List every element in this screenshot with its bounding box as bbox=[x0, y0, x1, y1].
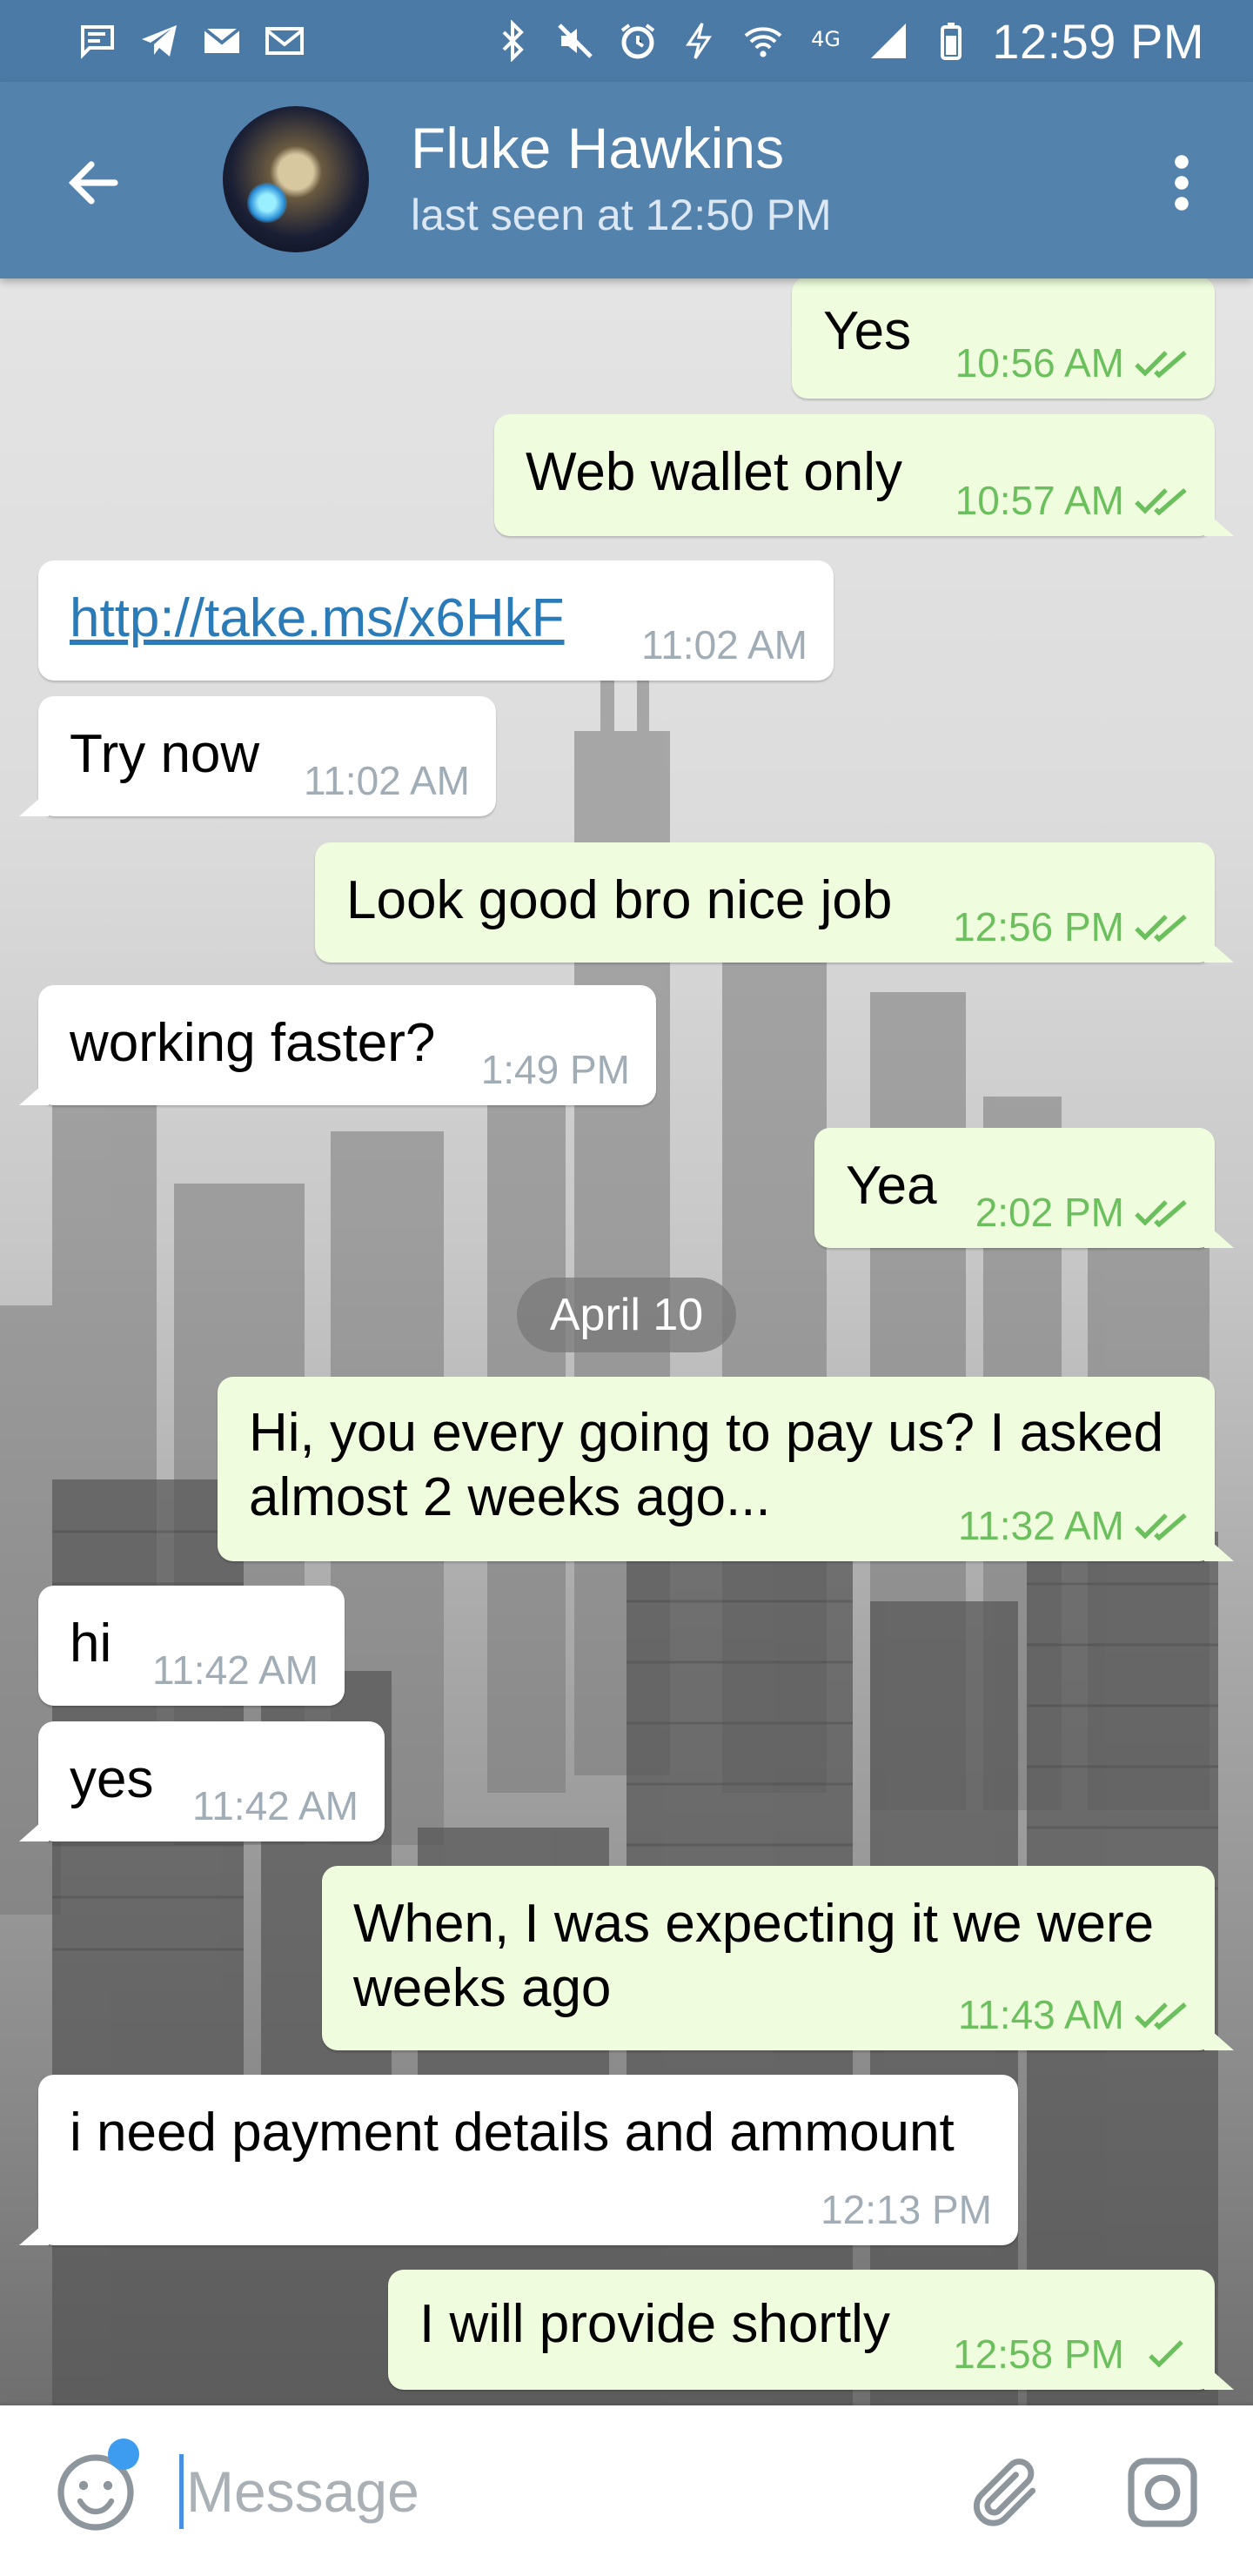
message-text-line: Hi, you every going to pay us? I asked bbox=[249, 1403, 1164, 1463]
battery-icon bbox=[929, 19, 973, 63]
outgoing-message[interactable]: Yes 10:56 AM bbox=[792, 278, 1215, 399]
message-meta: 1:49 PM bbox=[481, 1046, 630, 1093]
instant-camera-button[interactable] bbox=[1114, 2444, 1211, 2541]
incoming-message[interactable]: yes 11:42 AM bbox=[19, 1721, 385, 1841]
message-time: 2:02 PM bbox=[975, 1190, 1124, 1235]
more-vertical-icon bbox=[1175, 155, 1189, 211]
data-saver-icon bbox=[679, 19, 722, 63]
date-divider: April 10 bbox=[517, 1278, 736, 1352]
incoming-message[interactable]: http://take.ms/x6HkF 11:02 AM bbox=[38, 560, 834, 681]
mute-icon bbox=[553, 19, 597, 63]
double-check-icon bbox=[1135, 2002, 1187, 2030]
chat-header: Fluke Hawkins last seen at 12:50 PM bbox=[0, 82, 1253, 278]
message-text: Look good bro nice job bbox=[346, 870, 893, 930]
mail-icon bbox=[200, 19, 244, 63]
message-meta: 11:42 AM bbox=[152, 1647, 318, 1694]
last-seen-status: last seen at 12:50 PM bbox=[411, 191, 832, 239]
message-time: 12:58 PM bbox=[953, 2331, 1124, 2377]
message-text: Try now bbox=[70, 724, 260, 784]
message-meta: 11:43 AM bbox=[958, 1991, 1189, 2038]
message-time: 12:56 PM bbox=[953, 904, 1124, 949]
message-meta: 2:02 PM bbox=[975, 1189, 1189, 1236]
message-text: hi bbox=[70, 1613, 112, 1674]
message-text: Yea bbox=[846, 1156, 937, 1216]
alarm-icon bbox=[616, 19, 660, 63]
telegram-icon bbox=[137, 19, 181, 63]
message-text-line: weeks ago bbox=[353, 1958, 612, 2018]
message-list[interactable]: Yes 10:56 AM Web wallet only 10:57 AM ht… bbox=[0, 278, 1253, 2405]
message-composer bbox=[0, 2405, 1253, 2576]
message-text: Yes bbox=[823, 301, 912, 361]
arrow-left-icon bbox=[68, 161, 118, 205]
message-meta: 12:56 PM bbox=[953, 903, 1189, 950]
status-bar-notifications bbox=[75, 19, 306, 63]
double-check-icon bbox=[1135, 1513, 1187, 1541]
message-meta: 12:13 PM bbox=[821, 2186, 992, 2233]
message-time: 11:02 AM bbox=[641, 622, 807, 667]
bluetooth-icon bbox=[491, 19, 534, 63]
avatar-highlight bbox=[247, 183, 287, 223]
outgoing-message[interactable]: Hi, you every going to pay us? I asked a… bbox=[218, 1377, 1234, 1561]
signal-icon bbox=[867, 19, 910, 63]
paperclip-icon bbox=[973, 2459, 1036, 2526]
wifi-icon bbox=[741, 19, 785, 63]
message-time: 11:42 AM bbox=[192, 1783, 358, 1828]
message-input[interactable] bbox=[186, 2444, 900, 2539]
back-button[interactable] bbox=[49, 138, 139, 228]
outgoing-message[interactable]: I will provide shortly 12:58 PM bbox=[388, 2270, 1234, 2390]
text-cursor bbox=[179, 2454, 184, 2529]
message-meta: 11:32 AM bbox=[958, 1502, 1189, 1549]
message-meta: 10:56 AM bbox=[955, 339, 1189, 386]
message-bubble-icon bbox=[75, 19, 118, 63]
status-bar-system: 4G 12:59 PM bbox=[491, 13, 1204, 70]
message-time: 1:49 PM bbox=[480, 1047, 630, 1092]
message-text-line: When, I was expecting it we were bbox=[353, 1894, 1155, 1954]
incoming-message[interactable]: Try now 11:02 AM bbox=[19, 696, 496, 816]
double-check-icon bbox=[1135, 1200, 1187, 1228]
message-time: 10:56 AM bbox=[955, 340, 1124, 386]
message-meta: 11:42 AM bbox=[192, 1782, 358, 1829]
status-bar: 4G 12:59 PM bbox=[0, 0, 1253, 82]
message-link[interactable]: http://take.ms/x6HkF bbox=[70, 587, 565, 651]
incoming-message[interactable]: hi 11:42 AM bbox=[38, 1586, 345, 1706]
message-text: yes bbox=[70, 1749, 154, 1809]
double-check-icon bbox=[1135, 915, 1187, 943]
outgoing-message[interactable]: Yea 2:02 PM bbox=[814, 1128, 1234, 1248]
message-text: I will provide shortly bbox=[419, 2294, 890, 2354]
outgoing-message[interactable]: Web wallet only 10:57 AM bbox=[494, 414, 1234, 536]
status-bar-time: 12:59 PM bbox=[992, 13, 1204, 69]
contact-name[interactable]: Fluke Hawkins bbox=[411, 115, 784, 181]
message-text: working faster? bbox=[70, 1013, 436, 1073]
double-check-icon bbox=[1135, 488, 1187, 516]
svg-text:4G: 4G bbox=[811, 27, 841, 51]
incoming-message[interactable]: i need payment details and ammount 12:13… bbox=[19, 2075, 1018, 2245]
message-text: Web wallet only bbox=[526, 442, 903, 502]
message-time: 12:13 PM bbox=[821, 2187, 992, 2232]
message-time: 11:42 AM bbox=[152, 1647, 318, 1693]
gmail-icon bbox=[263, 19, 306, 63]
more-options-button[interactable] bbox=[1136, 138, 1227, 228]
notification-dot bbox=[108, 2438, 139, 2470]
message-time: 11:43 AM bbox=[958, 1992, 1124, 2037]
outgoing-message[interactable]: When, I was expecting it we were weeks a… bbox=[322, 1866, 1234, 2050]
message-meta: 11:02 AM bbox=[641, 621, 807, 668]
lte-icon: 4G bbox=[804, 19, 848, 63]
contact-avatar[interactable] bbox=[223, 106, 369, 252]
message-time: 11:02 AM bbox=[304, 758, 470, 803]
double-check-icon bbox=[1135, 351, 1187, 379]
message-meta: 10:57 AM bbox=[955, 477, 1189, 524]
message-text: i need payment details and ammount bbox=[70, 2103, 955, 2163]
message-text-line: almost 2 weeks ago... bbox=[249, 1467, 771, 1527]
message-time: 10:57 AM bbox=[955, 478, 1124, 523]
message-meta: 12:58 PM bbox=[953, 2331, 1189, 2378]
attach-button[interactable] bbox=[957, 2444, 1055, 2541]
single-check-icon bbox=[1149, 2340, 1183, 2368]
outgoing-message[interactable]: Look good bro nice job 12:56 PM bbox=[315, 842, 1234, 963]
message-time: 11:32 AM bbox=[958, 1503, 1124, 1548]
message-meta: 11:02 AM bbox=[304, 757, 470, 804]
incoming-message[interactable]: working faster? 1:49 PM bbox=[19, 985, 656, 1105]
camera-icon bbox=[1128, 2458, 1197, 2527]
